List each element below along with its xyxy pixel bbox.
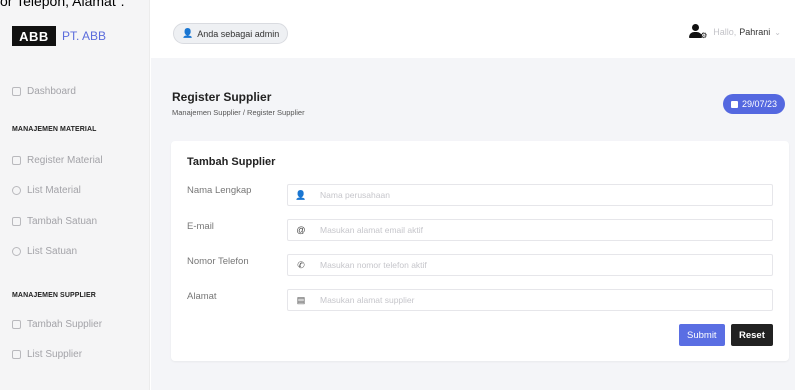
calendar-icon	[730, 100, 738, 108]
list-icon	[12, 349, 21, 359]
sidebar-item-label: List Supplier	[27, 348, 83, 360]
nama-field: 👤	[287, 184, 773, 206]
sidebar-item-label: Dashboard	[27, 85, 76, 97]
telefon-label: Nomor Telefon	[187, 256, 249, 267]
breadcrumb: Manajemen Supplier / Register Supplier	[172, 108, 305, 117]
folder-icon	[12, 155, 21, 165]
at-icon: @	[296, 225, 306, 235]
sidebar-item-label: Register Material	[27, 154, 103, 166]
alamat-field: ▤	[287, 289, 773, 311]
sidebar-item-list-material[interactable]: List Material	[12, 183, 81, 197]
brand-logo: ABB	[12, 26, 56, 46]
topbar: 👤 Anda sebagai admin ⚙ Hallo, Pahrani ⌄	[151, 0, 795, 58]
admin-role-badge: 👤 Anda sebagai admin	[173, 23, 289, 44]
sidebar-item-label: Tambah Satuan	[27, 215, 98, 227]
user-icon: 👤	[295, 189, 307, 200]
alamat-label: Alamat	[187, 291, 217, 302]
brand[interactable]: ABB PT. ABB	[12, 25, 106, 47]
home-icon	[12, 86, 21, 96]
form-title: Tambah Supplier	[187, 156, 276, 168]
reset-button[interactable]: Reset	[731, 324, 773, 346]
alamat-input[interactable]	[314, 290, 772, 310]
sidebar-item-label: Tambah Supplier	[27, 318, 103, 330]
sidebar-item-list-supplier[interactable]: List Supplier	[12, 347, 82, 361]
sidebar-section-supplier: MANAJEMEN SUPPLIER	[12, 292, 96, 299]
sidebar-item-label: List Material	[27, 184, 81, 196]
telefon-field: ✆	[287, 254, 773, 276]
nama-input[interactable]	[314, 185, 772, 205]
admin-role-label: Anda sebagai admin	[197, 28, 280, 39]
greeting-text: Hallo,	[713, 27, 737, 37]
sidebar-item-list-satuan[interactable]: List Satuan	[12, 244, 77, 258]
chevron-down-icon: ⌄	[774, 27, 781, 37]
cube-icon	[12, 246, 21, 256]
page-title: Register Supplier	[172, 90, 272, 104]
telefon-input[interactable]	[314, 255, 772, 275]
sidebar: ABB PT. ABB Dashboard MANAJEMEN MATERIAL…	[0, 0, 150, 390]
address-card-icon: ▤	[296, 294, 306, 305]
date-badge: 29/07/23	[722, 94, 785, 114]
overflow-text-fragment: or Telepon, Alamat".	[0, 0, 125, 9]
sidebar-item-dashboard[interactable]: Dashboard	[12, 84, 76, 98]
sidebar-item-tambah-satuan[interactable]: Tambah Satuan	[12, 214, 97, 228]
submit-button[interactable]: Submit	[679, 324, 725, 346]
sidebar-item-tambah-supplier[interactable]: Tambah Supplier	[12, 317, 102, 331]
date-value: 29/07/23	[741, 99, 777, 109]
nama-label: Nama Lengkap	[187, 185, 252, 196]
sidebar-section-material: MANAJEMEN MATERIAL	[12, 126, 97, 133]
cube-icon	[12, 185, 21, 195]
plus-square-icon	[12, 216, 21, 226]
phone-icon: ✆	[297, 259, 305, 270]
email-input[interactable]	[314, 220, 772, 240]
brand-name: PT. ABB	[62, 29, 107, 43]
user-menu[interactable]: ⚙ Hallo, Pahrani ⌄	[689, 24, 781, 40]
user-icon: 👤	[182, 28, 194, 38]
file-plus-icon	[12, 319, 21, 329]
supplier-form-card: Tambah Supplier Nama Lengkap 👤 E-mail @ …	[171, 141, 789, 361]
email-field: @	[287, 219, 773, 241]
sidebar-item-label: List Satuan	[27, 245, 78, 257]
sidebar-item-register-material[interactable]: Register Material	[12, 153, 103, 167]
user-settings-icon: ⚙	[689, 24, 707, 40]
username: Pahrani	[739, 27, 771, 37]
email-label: E-mail	[187, 221, 214, 232]
main-content: 👤 Anda sebagai admin ⚙ Hallo, Pahrani ⌄ …	[151, 0, 795, 390]
